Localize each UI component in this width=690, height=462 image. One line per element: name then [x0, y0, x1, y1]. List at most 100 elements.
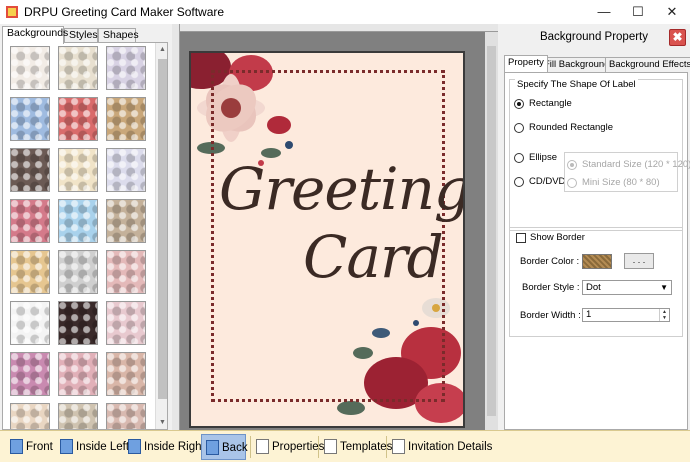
close-button[interactable]: ✕	[655, 0, 689, 24]
tab-shapes[interactable]: Shapes	[98, 28, 139, 43]
background-thumbnail[interactable]	[58, 301, 98, 345]
properties-icon	[256, 439, 269, 455]
background-thumbnail[interactable]	[58, 97, 98, 141]
radio-mini-size: Mini Size (80 * 80)	[567, 177, 660, 188]
background-thumbnail[interactable]	[10, 97, 50, 141]
front-button[interactable]: Front	[6, 434, 54, 460]
toolbar-divider	[250, 436, 251, 458]
border-style-label: Border Style :	[522, 282, 580, 293]
radio-selected-icon[interactable]	[514, 98, 524, 109]
radio-ellipse[interactable]: Ellipse	[514, 152, 557, 163]
radio-icon[interactable]	[514, 152, 524, 163]
scrollbar-thumb[interactable]	[158, 59, 167, 399]
tab-fill-background[interactable]: Fill Background	[540, 57, 614, 72]
vertical-ruler	[172, 24, 180, 430]
background-thumbnail[interactable]	[58, 403, 98, 429]
radio-disabled-icon	[567, 177, 577, 188]
shape-group-label: Specify The Shape Of Label	[515, 79, 638, 90]
maximize-button[interactable]: ☐	[621, 0, 655, 24]
border-color-picker-button[interactable]: . . .	[624, 253, 654, 269]
canvas-scrollbar[interactable]	[485, 32, 498, 430]
tab-background-effects[interactable]: Background Effects	[605, 57, 690, 72]
radio-cd-dvd[interactable]: CD/DVD	[514, 176, 565, 187]
app-logo-icon	[6, 6, 18, 18]
shape-group: Specify The Shape Of Label Rectangle Rou…	[509, 79, 690, 231]
canvas-scrollbar-thumb[interactable]	[487, 46, 496, 416]
radio-rounded-rectangle[interactable]: Rounded Rectangle	[514, 122, 613, 133]
toolbar-divider	[386, 436, 387, 458]
tab-styles[interactable]: Styles	[64, 28, 98, 43]
app-window: DRPU Greeting Card Maker Software — ☐ ✕ …	[0, 0, 690, 462]
card-title-line2[interactable]: Card	[303, 223, 444, 291]
background-thumbnail[interactable]	[10, 250, 50, 294]
background-thumbnail[interactable]	[58, 148, 98, 192]
panel-close-icon[interactable]: ✖	[669, 29, 686, 46]
chevron-down-icon: ▼	[660, 283, 668, 292]
bottom-toolbar: Front Inside Left Inside Right Back Prop…	[0, 430, 690, 462]
background-thumbnail[interactable]	[10, 301, 50, 345]
window-title: DRPU Greeting Card Maker Software	[24, 5, 225, 19]
background-thumbnail[interactable]	[106, 46, 146, 90]
scroll-down-icon[interactable]: ▼	[156, 416, 167, 429]
card-title-line1[interactable]: Greeting	[219, 155, 463, 223]
property-tabs: Property Fill Background Background Effe…	[504, 55, 690, 72]
size-options-group: Standard Size (120 * 120) Mini Size (80 …	[564, 152, 690, 192]
radio-standard-size: Standard Size (120 * 120)	[567, 159, 690, 170]
page-back-icon	[206, 440, 219, 456]
horizontal-ruler	[172, 24, 498, 32]
templates-icon	[324, 439, 337, 455]
inside-left-button[interactable]: Inside Left	[56, 434, 129, 460]
page-inside-right-icon	[128, 439, 141, 455]
show-border-checkbox[interactable]: Show Border	[516, 232, 585, 243]
title-bar: DRPU Greeting Card Maker Software — ☐ ✕	[0, 0, 690, 24]
scroll-up-icon[interactable]: ▲	[156, 43, 167, 56]
border-style-select[interactable]: Dot ▼	[582, 280, 672, 295]
border-color-label: Border Color :	[520, 256, 580, 267]
background-thumbnail[interactable]	[10, 352, 50, 396]
background-thumbnail[interactable]	[10, 403, 50, 429]
background-thumbnail-list: ▲ ▼	[2, 42, 168, 430]
background-thumbnail[interactable]	[58, 352, 98, 396]
background-thumbnail[interactable]	[106, 301, 146, 345]
background-thumbnail[interactable]	[10, 46, 50, 90]
border-color-swatch[interactable]	[582, 254, 612, 269]
background-property-panel: Background Property ✖ Property Fill Back…	[498, 24, 690, 430]
invitation-details-icon	[392, 439, 405, 455]
thumbnail-scrollbar[interactable]: ▲ ▼	[155, 43, 167, 429]
back-button[interactable]: Back	[201, 434, 248, 460]
property-panel-header: Background Property ✖	[498, 24, 690, 52]
background-thumbnail[interactable]	[106, 148, 146, 192]
greeting-card[interactable]: Greeting Card	[189, 51, 465, 428]
invitation-details-button[interactable]: Invitation Details	[388, 434, 492, 460]
stepper-arrows-icon[interactable]: ▲ ▼	[659, 309, 669, 321]
radio-disabled-selected-icon	[567, 159, 577, 170]
background-thumbnail[interactable]	[106, 97, 146, 141]
background-thumbnail[interactable]	[106, 352, 146, 396]
background-thumbnail[interactable]	[10, 199, 50, 243]
radio-icon[interactable]	[514, 122, 524, 133]
checkbox-icon[interactable]	[516, 232, 526, 243]
border-group: Show Border Border Color : . . . Border …	[509, 227, 683, 337]
radio-icon[interactable]	[514, 176, 524, 187]
background-thumbnail[interactable]	[58, 46, 98, 90]
templates-button[interactable]: Templates	[320, 434, 392, 460]
tab-backgrounds[interactable]: Backgrounds	[2, 26, 68, 44]
background-thumbnail[interactable]	[106, 250, 146, 294]
border-width-stepper[interactable]: 1 ▲ ▼	[582, 308, 670, 322]
minimize-button[interactable]: —	[587, 0, 621, 24]
background-thumbnail[interactable]	[106, 199, 146, 243]
radio-rectangle[interactable]: Rectangle	[514, 98, 572, 109]
background-thumbnail[interactable]	[106, 403, 146, 429]
inside-right-button[interactable]: Inside Right	[124, 434, 205, 460]
background-thumbnail[interactable]	[10, 148, 50, 192]
property-panel-title: Background Property	[539, 31, 649, 43]
background-thumbnail[interactable]	[58, 250, 98, 294]
properties-button[interactable]: Properties	[252, 434, 324, 460]
page-inside-left-icon	[60, 439, 73, 455]
background-thumbnail[interactable]	[58, 199, 98, 243]
border-width-label: Border Width :	[520, 310, 581, 321]
toolbar-divider	[318, 436, 319, 458]
backgrounds-panel: Backgrounds Styles Shapes ▲ ▼	[0, 24, 172, 430]
tab-property[interactable]: Property	[504, 55, 548, 72]
design-canvas: Greeting Card	[172, 24, 498, 430]
